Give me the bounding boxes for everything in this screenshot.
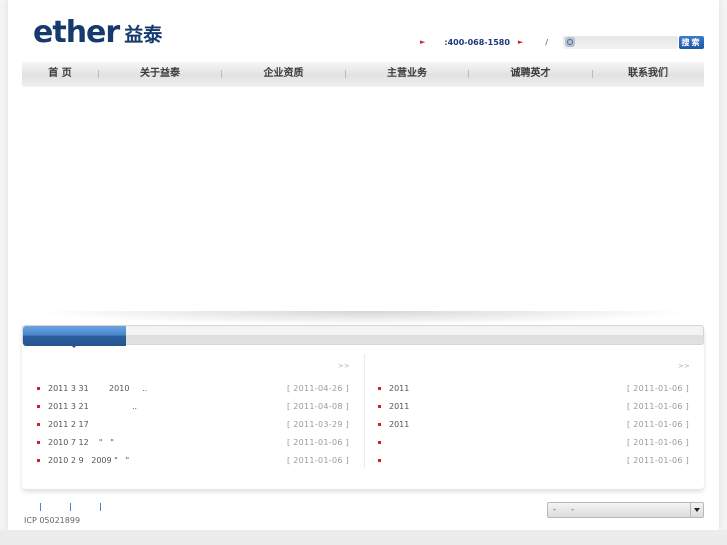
links-select[interactable]: - - [547, 502, 704, 518]
news-title[interactable]: 2011 3 31 2010 .. [48, 384, 147, 393]
logo[interactable]: ether 益泰 [33, 14, 162, 48]
news-date: [ 2011-01-06 ] [626, 383, 689, 393]
news-left-more-link[interactable]: >> [338, 362, 350, 370]
footer-link-separator [40, 503, 41, 511]
bullet-icon [37, 404, 40, 408]
bullet-icon [378, 404, 381, 408]
news-item[interactable]: 2011 [ 2011-01-06 ] [378, 415, 689, 433]
banner-area [22, 87, 704, 312]
bullet-icon [37, 386, 40, 390]
chevron-down-icon[interactable] [690, 503, 703, 517]
bullet-icon [378, 440, 381, 444]
column-divider [364, 355, 365, 467]
news-title[interactable]: 2011 3 21 .. [48, 402, 137, 411]
news-title[interactable]: 2011 [389, 420, 409, 429]
news-item[interactable]: 2011 3 31 2010 .. [ 2011-04-26 ] [37, 379, 349, 397]
bullet-icon [37, 422, 40, 426]
top-bar: ► :400-068-1580 ► / [420, 35, 548, 49]
news-date: [ 2011-01-06 ] [626, 401, 689, 411]
news-tab-active[interactable] [23, 326, 126, 346]
news-title[interactable]: 2010 7 12 " " [48, 438, 114, 447]
news-item[interactable]: 2010 2 9 2009 " " [ 2011-01-06 ] [37, 451, 349, 469]
news-item[interactable]: 2011 [ 2011-01-06 ] [378, 397, 689, 415]
bullet-icon [378, 422, 381, 426]
news-title[interactable]: 2011 2 17 [48, 420, 89, 429]
nav-item-home[interactable]: 首 页 [22, 62, 98, 86]
news-list-left: 2011 3 31 2010 .. [ 2011-04-26 ] 2011 3 2… [37, 379, 349, 469]
logo-text-cn: 益泰 [124, 24, 163, 46]
select-value: - - [553, 505, 575, 514]
news-date: [ 2011-01-06 ] [286, 455, 349, 465]
icp-license: ICP 05021899 [24, 516, 81, 525]
arrow-icon: ► [420, 38, 426, 46]
nav-item-about[interactable]: 关于益泰 [99, 62, 221, 86]
footer-link-separator [100, 503, 101, 511]
news-date: [ 2011-04-08 ] [286, 401, 349, 411]
search-box [563, 36, 678, 49]
nav-item-business[interactable]: 主营业务 [346, 62, 468, 86]
nav-item-contact[interactable]: 联系我们 [593, 62, 703, 86]
news-item[interactable]: [ 2011-01-06 ] [378, 451, 689, 469]
logo-text-en: ether [33, 15, 120, 50]
search-input[interactable] [577, 36, 677, 49]
news-panel: >> >> 2011 3 31 2010 .. [ 2011-04-26 ] 20… [22, 325, 704, 489]
news-item[interactable]: 2010 7 12 " " [ 2011-01-06 ] [37, 433, 349, 451]
news-date: [ 2011-01-06 ] [286, 437, 349, 447]
news-item[interactable]: 2011 3 21 .. [ 2011-04-08 ] [37, 397, 349, 415]
hotline-number: :400-068-1580 [444, 37, 510, 47]
bullet-icon [378, 386, 381, 390]
news-list-right: 2011 [ 2011-01-06 ] 2011 [ 2011-01-06 ] 20… [378, 379, 689, 469]
news-right-more-link[interactable]: >> [678, 362, 690, 370]
news-tab-strip [22, 325, 704, 346]
news-date: [ 2011-03-29 ] [286, 419, 349, 429]
news-item[interactable]: 2011 2 17 [ 2011-03-29 ] [37, 415, 349, 433]
bullet-icon [37, 458, 40, 462]
news-date: [ 2011-01-06 ] [626, 419, 689, 429]
language-separator[interactable]: / [545, 38, 548, 47]
nav-item-careers[interactable]: 诚聘英才 [469, 62, 592, 86]
bottom-band [0, 530, 727, 545]
news-title[interactable]: 2011 [389, 384, 409, 393]
news-item[interactable]: [ 2011-01-06 ] [378, 433, 689, 451]
news-title[interactable]: 2011 [389, 402, 409, 411]
bullet-icon [37, 440, 40, 444]
news-date: [ 2011-01-06 ] [626, 455, 689, 465]
banner-shadow [30, 311, 696, 325]
news-date: [ 2011-04-26 ] [286, 383, 349, 393]
tab-pointer-icon [71, 345, 77, 348]
news-date: [ 2011-01-06 ] [626, 437, 689, 447]
search-icon [565, 37, 575, 47]
arrow-icon: ► [517, 38, 524, 46]
main-nav: 首 页 关于益泰 企业资质 主营业务 诚聘英才 联系我们 [22, 62, 704, 86]
news-item[interactable]: 2011 [ 2011-01-06 ] [378, 379, 689, 397]
news-title[interactable]: 2010 2 9 2009 " " [48, 456, 129, 465]
bullet-icon [378, 458, 381, 462]
nav-item-qualifications[interactable]: 企业资质 [222, 62, 345, 86]
footer-link-separator [70, 503, 71, 511]
search-button[interactable]: 搜索 [679, 36, 704, 49]
footer-links [40, 503, 130, 511]
